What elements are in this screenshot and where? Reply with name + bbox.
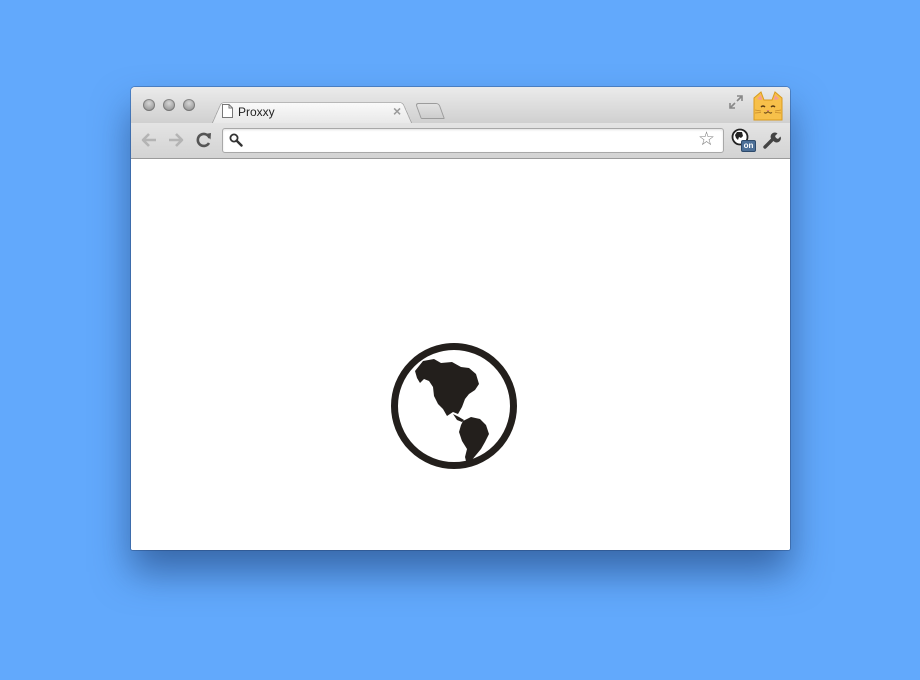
cat-avatar-icon[interactable] <box>751 90 785 127</box>
reload-icon[interactable] <box>194 130 214 150</box>
title-bar: Proxxy × <box>131 87 790 125</box>
extension-badge: on <box>741 140 756 152</box>
star-icon[interactable]: ☆ <box>698 130 715 150</box>
tab-title: Proxxy <box>238 105 275 119</box>
browser-window: Proxxy × ☆ on <box>131 87 790 550</box>
tab-close-icon[interactable]: × <box>393 103 401 119</box>
forward-arrow-icon[interactable] <box>166 130 186 150</box>
proxy-extension-icon[interactable]: on <box>731 128 756 155</box>
back-arrow-icon[interactable] <box>139 130 159 150</box>
new-tab-button[interactable] <box>415 103 445 119</box>
search-icon <box>229 133 243 152</box>
address-input[interactable] <box>245 131 695 149</box>
zoom-window-button[interactable] <box>183 99 195 111</box>
fullscreen-icon[interactable] <box>729 95 743 114</box>
globe-americas-icon <box>389 341 519 476</box>
page-content <box>131 159 790 550</box>
page-icon <box>222 104 233 123</box>
toolbar: ☆ on <box>131 123 790 159</box>
close-window-button[interactable] <box>143 99 155 111</box>
active-tab-content[interactable]: Proxxy × <box>217 101 409 123</box>
wrench-icon[interactable] <box>763 131 781 154</box>
minimize-window-button[interactable] <box>163 99 175 111</box>
omnibox[interactable]: ☆ <box>222 128 724 153</box>
